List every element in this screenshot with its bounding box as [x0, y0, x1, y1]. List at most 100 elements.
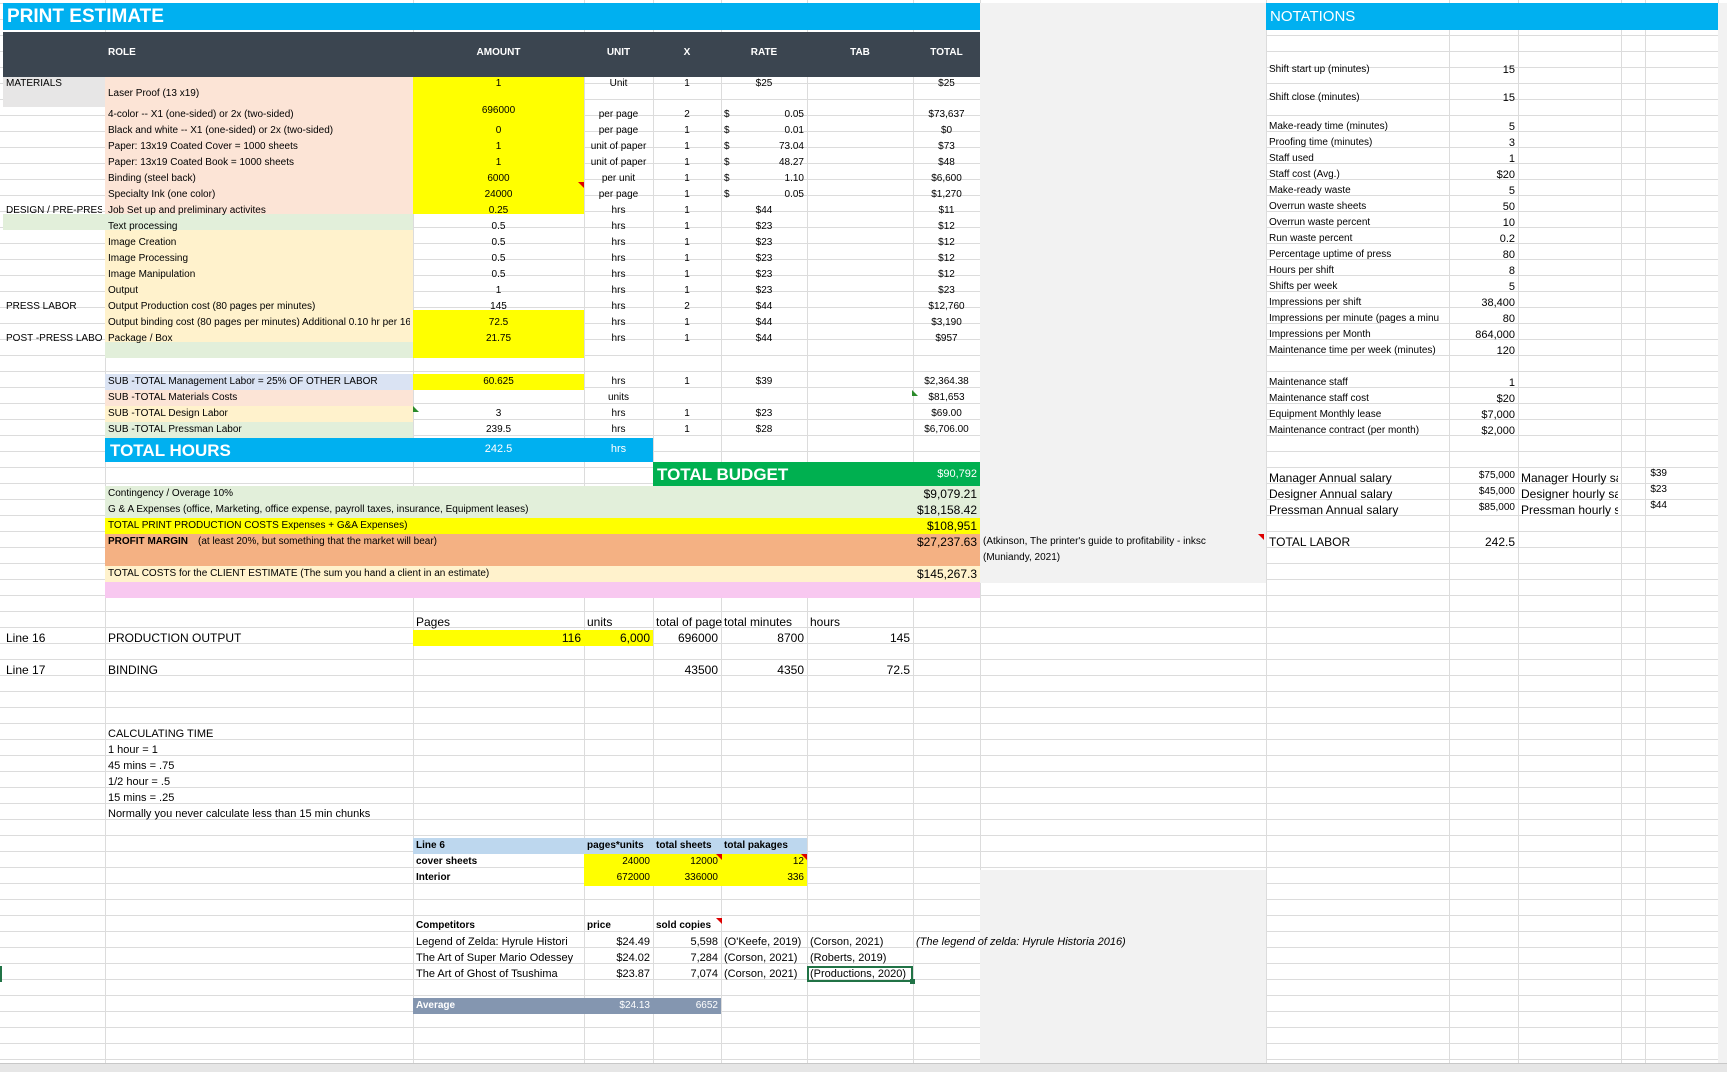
row-total[interactable]: $957 — [916, 331, 977, 347]
comment-marker-icon[interactable] — [1258, 534, 1264, 540]
competitor-citation[interactable]: (Corson, 2021) — [724, 950, 804, 966]
row-x[interactable]: 1 — [656, 171, 718, 187]
notation-value[interactable]: 120 — [1452, 343, 1515, 359]
comment-marker-icon[interactable] — [716, 918, 722, 924]
profit-margin-ref2[interactable]: (Muniandy, 2021) — [983, 550, 1263, 566]
notation-label[interactable]: Equipment Monthly lease — [1269, 407, 1446, 423]
notation-label[interactable]: Overrun waste sheets — [1269, 199, 1446, 215]
notation-value[interactable]: 3 — [1452, 135, 1515, 151]
row-total[interactable]: $12,760 — [916, 299, 977, 315]
row-rate[interactable]: $44 — [724, 299, 804, 315]
notation-label[interactable]: Overrun waste percent — [1269, 215, 1446, 231]
subtotal-amount[interactable]: 239.5 — [416, 422, 581, 438]
competitor-price[interactable]: $23.87 — [587, 966, 650, 982]
notation-label[interactable]: Staff cost (Avg.) — [1269, 167, 1446, 183]
notation-value[interactable]: 5 — [1452, 119, 1515, 135]
salary-value[interactable]: $85,000 — [1452, 500, 1515, 516]
row-total[interactable]: $3,190 — [916, 315, 977, 331]
budget-line-label[interactable]: TOTAL PRINT PRODUCTION COSTS Expenses + … — [108, 518, 910, 534]
row-x[interactable]: 1 — [656, 251, 718, 267]
notation-label[interactable]: Run waste percent — [1269, 231, 1446, 247]
row-rate[interactable]: 0.01 — [748, 123, 804, 139]
row-rate[interactable]: 1.10 — [748, 171, 804, 187]
row-role[interactable]: Laser Proof (13 x19) — [108, 86, 410, 102]
notation-label[interactable]: Impressions per Month — [1269, 327, 1446, 343]
notation-label[interactable]: Make-ready time (minutes) — [1269, 119, 1446, 135]
subtotal-amount[interactable] — [416, 390, 581, 406]
line6-pu[interactable]: 672000 — [587, 870, 650, 886]
row-x[interactable]: 1 — [656, 203, 718, 219]
production-total-minutes[interactable]: 4350 — [724, 662, 804, 678]
fill-handle[interactable] — [910, 979, 915, 984]
row-total[interactable]: $11 — [916, 203, 977, 219]
salary-label[interactable]: Manager Annual salary — [1269, 470, 1446, 486]
competitor-citation[interactable] — [916, 966, 1263, 982]
row-total[interactable]: $48 — [916, 155, 977, 171]
salary-label[interactable]: Pressman Annual salary — [1269, 502, 1446, 518]
row-unit[interactable]: hrs — [587, 283, 650, 299]
budget-line-value[interactable]: $145,267.3 — [863, 566, 977, 582]
row-x[interactable]: 2 — [656, 107, 718, 123]
line6-header-tp[interactable]: total pakages — [724, 838, 804, 854]
subtotal-rate[interactable] — [724, 390, 804, 406]
row-category[interactable]: MATERIALS — [6, 76, 102, 92]
row-rate[interactable]: $44 — [724, 315, 804, 331]
notation-value[interactable]: 1 — [1452, 375, 1515, 391]
row-amount[interactable]: 0.5 — [416, 235, 581, 251]
row-role[interactable]: Image Processing — [108, 251, 410, 267]
line6-name[interactable]: Interior — [416, 870, 581, 886]
notation-value[interactable]: 10 — [1452, 215, 1515, 231]
competitor-citation[interactable] — [916, 950, 1263, 966]
row-total[interactable]: $0 — [916, 123, 977, 139]
row-unit[interactable]: unit of paper — [587, 139, 650, 155]
production-pages[interactable]: 116 — [416, 630, 581, 646]
competitor-sold[interactable]: 7,074 — [656, 966, 718, 982]
row-unit[interactable]: Unit — [587, 76, 650, 92]
comment-marker-icon[interactable] — [578, 182, 584, 188]
competitor-price[interactable]: $24.02 — [587, 950, 650, 966]
row-amount[interactable]: 1 — [416, 283, 581, 299]
row-role[interactable]: Black and white -- X1 (one-sided) or 2x … — [108, 123, 410, 139]
row-rate[interactable]: 73.04 — [748, 139, 804, 155]
hourly-label[interactable]: Pressman hourly s — [1521, 502, 1618, 518]
row-amount[interactable]: 0.5 — [416, 251, 581, 267]
subtotal-x[interactable] — [656, 390, 718, 406]
subtotal-rate[interactable]: $39 — [724, 374, 804, 390]
competitor-sold[interactable]: 7,284 — [656, 950, 718, 966]
notation-value[interactable]: 80 — [1452, 311, 1515, 327]
row-rate[interactable]: $23 — [724, 235, 804, 251]
competitor-price[interactable]: $24.49 — [587, 934, 650, 950]
hourly-value[interactable]: $44 — [1624, 498, 1667, 514]
row-dollar[interactable]: $ — [724, 155, 742, 171]
hourly-value[interactable]: $39 — [1624, 466, 1667, 482]
average-price[interactable]: $24.13 — [587, 998, 650, 1014]
notation-label[interactable]: Shift start up (minutes) — [1269, 62, 1446, 78]
row-x[interactable]: 1 — [656, 219, 718, 235]
comment-marker-icon[interactable] — [801, 854, 807, 860]
row-role[interactable]: Image Creation — [108, 235, 410, 251]
row-unit[interactable]: hrs — [587, 219, 650, 235]
row-amount[interactable]: 24000 — [416, 187, 581, 203]
line6-header-pu[interactable]: pages*units — [587, 838, 650, 854]
row-x[interactable]: 1 — [656, 267, 718, 283]
subtotal-role[interactable]: SUB -TOTAL Design Labor — [108, 406, 410, 422]
line6-name[interactable]: cover sheets — [416, 854, 581, 870]
notation-value[interactable]: 50 — [1452, 199, 1515, 215]
competitor-citation[interactable]: (Corson, 2021) — [724, 966, 804, 982]
notation-value[interactable]: 864,000 — [1452, 327, 1515, 343]
production-pages[interactable] — [416, 662, 581, 678]
notation-value[interactable]: 80 — [1452, 247, 1515, 263]
row-x[interactable]: 2 — [656, 299, 718, 315]
salary-label[interactable]: Designer Annual salary — [1269, 486, 1446, 502]
row-unit[interactable]: per unit — [587, 171, 650, 187]
row-role[interactable]: Output Production cost (80 pages per min… — [108, 299, 410, 315]
profit-margin-note[interactable]: (at least 20%, but something that the ma… — [198, 534, 697, 550]
row-role[interactable]: Output binding cost (80 pages per minute… — [108, 315, 410, 331]
competitor-citation[interactable]: (Corson, 2021) — [810, 934, 910, 950]
competitor-name[interactable]: The Art of Super Mario Odessey — [416, 950, 581, 966]
average-sold[interactable]: 6652 — [656, 998, 718, 1014]
notation-value[interactable]: 8 — [1452, 263, 1515, 279]
row-amount[interactable]: 145 — [416, 299, 581, 315]
row-role[interactable]: 4-color -- X1 (one-sided) or 2x (two-sid… — [108, 107, 410, 123]
row-total[interactable]: $6,600 — [916, 171, 977, 187]
